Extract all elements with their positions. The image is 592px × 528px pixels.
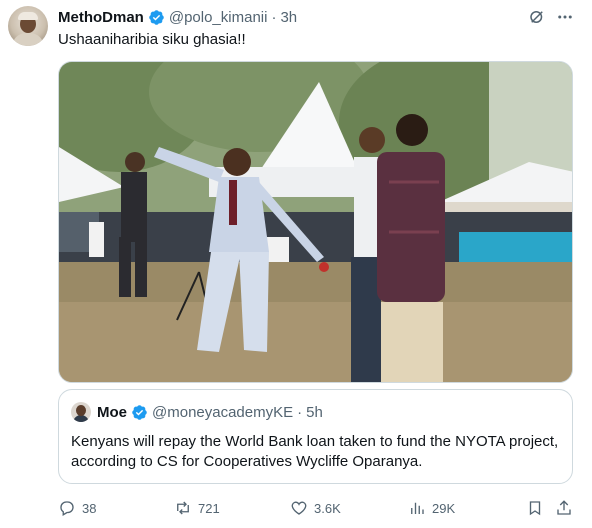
quoted-tweet-text: Kenyans will repay the World Bank loan t… xyxy=(71,433,559,470)
like-button[interactable]: 3.6K xyxy=(290,497,341,519)
verified-badge-icon xyxy=(132,404,147,420)
reply-count: 38 xyxy=(82,500,97,516)
quoted-author-name: Moe xyxy=(97,403,127,421)
repost-icon xyxy=(177,501,189,515)
bookmark-icon xyxy=(529,501,541,516)
quoted-author-handle: @moneyacademyKE xyxy=(152,403,294,421)
bookmark-button[interactable] xyxy=(526,497,550,519)
grok-icon[interactable] xyxy=(528,8,546,26)
reply-button[interactable]: 38 xyxy=(58,497,96,519)
views-icon xyxy=(411,502,424,514)
separator-dot: · xyxy=(297,403,303,421)
author-avatar[interactable] xyxy=(8,6,48,46)
author-handle[interactable]: @polo_kimanii xyxy=(169,9,268,26)
tweet-time[interactable]: 3h xyxy=(280,9,297,26)
tweet-text: Ushaaniharibia siku ghasia!! xyxy=(58,31,246,48)
repost-count: 721 xyxy=(198,500,220,516)
share-icon xyxy=(557,500,571,515)
quoted-author-avatar xyxy=(71,402,91,422)
share-button[interactable] xyxy=(555,497,579,519)
quoted-tweet-header: Moe @moneyacademyKE · 5h xyxy=(97,402,323,422)
reply-icon xyxy=(60,501,74,516)
views-button[interactable]: 29K xyxy=(408,497,455,519)
tweet-header: MethoDman @polo_kimanii · 3h xyxy=(58,7,297,27)
like-icon xyxy=(291,501,307,515)
quoted-tweet[interactable]: Moe @moneyacademyKE · 5h Kenyans will re… xyxy=(58,389,573,484)
verified-badge-icon xyxy=(149,9,164,25)
author-name[interactable]: MethoDman xyxy=(58,9,144,26)
action-bar: 38 721 3.6K 29K xyxy=(58,497,573,519)
tweet-card[interactable]: MethoDman @polo_kimanii · 3h Ushaanihari… xyxy=(0,0,592,528)
separator-dot: · xyxy=(271,8,277,26)
more-icon[interactable] xyxy=(556,8,574,26)
tweet-photo[interactable] xyxy=(58,61,573,383)
like-count: 3.6K xyxy=(314,500,341,516)
quoted-tweet-time: 5h xyxy=(306,403,323,421)
views-count: 29K xyxy=(432,500,456,516)
repost-button[interactable]: 721 xyxy=(174,497,220,519)
